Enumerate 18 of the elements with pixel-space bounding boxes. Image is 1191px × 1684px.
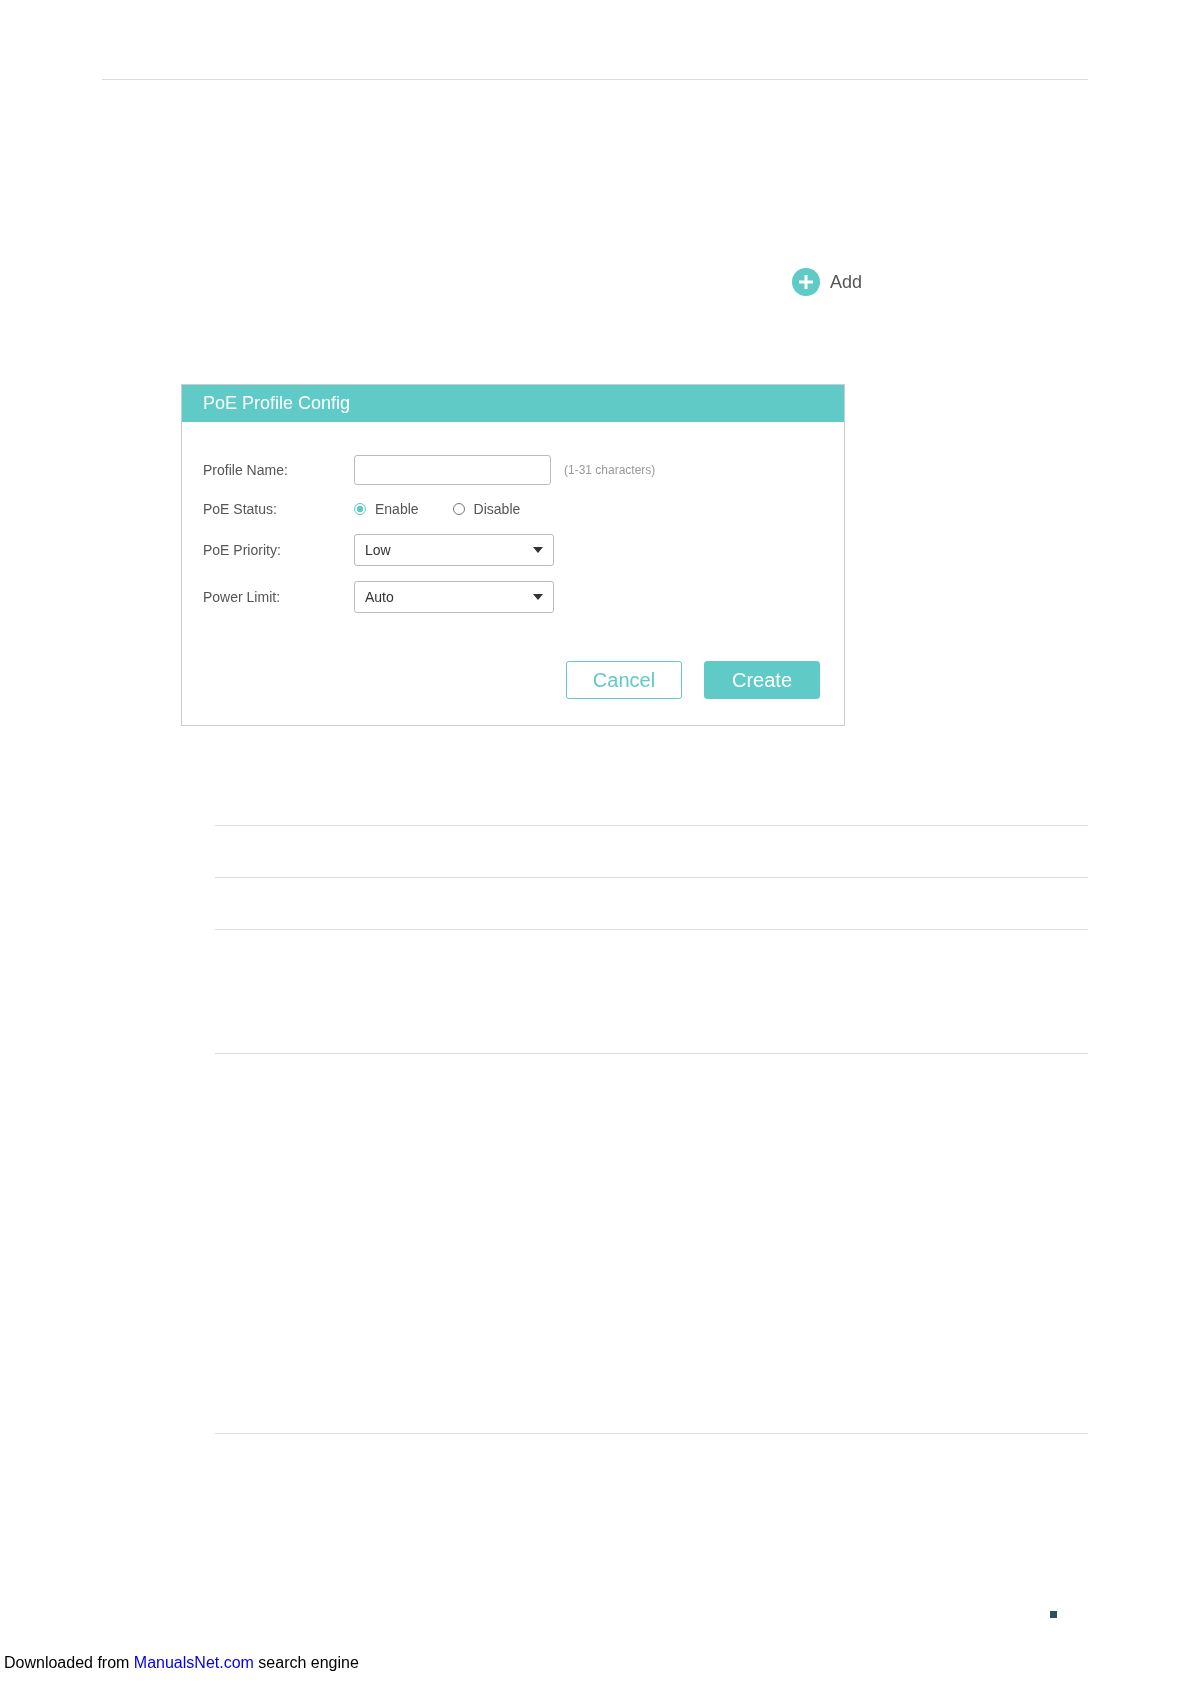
add-button[interactable]: Add: [792, 268, 863, 296]
dropdown[interactable]: Low: [354, 534, 554, 566]
page-mark-icon: [1050, 1611, 1057, 1618]
dropdown[interactable]: Auto: [354, 581, 554, 613]
field-label: Profile Name:: [203, 462, 289, 478]
field-label: PoE Status:: [203, 501, 278, 517]
caret-icon: [533, 547, 543, 553]
hint-text: (1-31 characters): [564, 463, 656, 477]
site-link[interactable]: ManualsNet.com: [133, 1654, 254, 1671]
radio-option[interactable]: Enable: [354, 501, 419, 517]
caret-icon: [533, 594, 543, 600]
plus-icon: [792, 268, 820, 296]
field-label: PoE Priority:: [203, 542, 282, 558]
dialog-title: PoE Profile Config: [182, 385, 844, 422]
field-label: Power Limit:: [203, 589, 282, 605]
radio-option[interactable]: Disable: [452, 501, 521, 517]
input-field[interactable]: [354, 455, 551, 485]
footer-text: Downloaded from ManualsNet.com search engine: [4, 1654, 360, 1672]
